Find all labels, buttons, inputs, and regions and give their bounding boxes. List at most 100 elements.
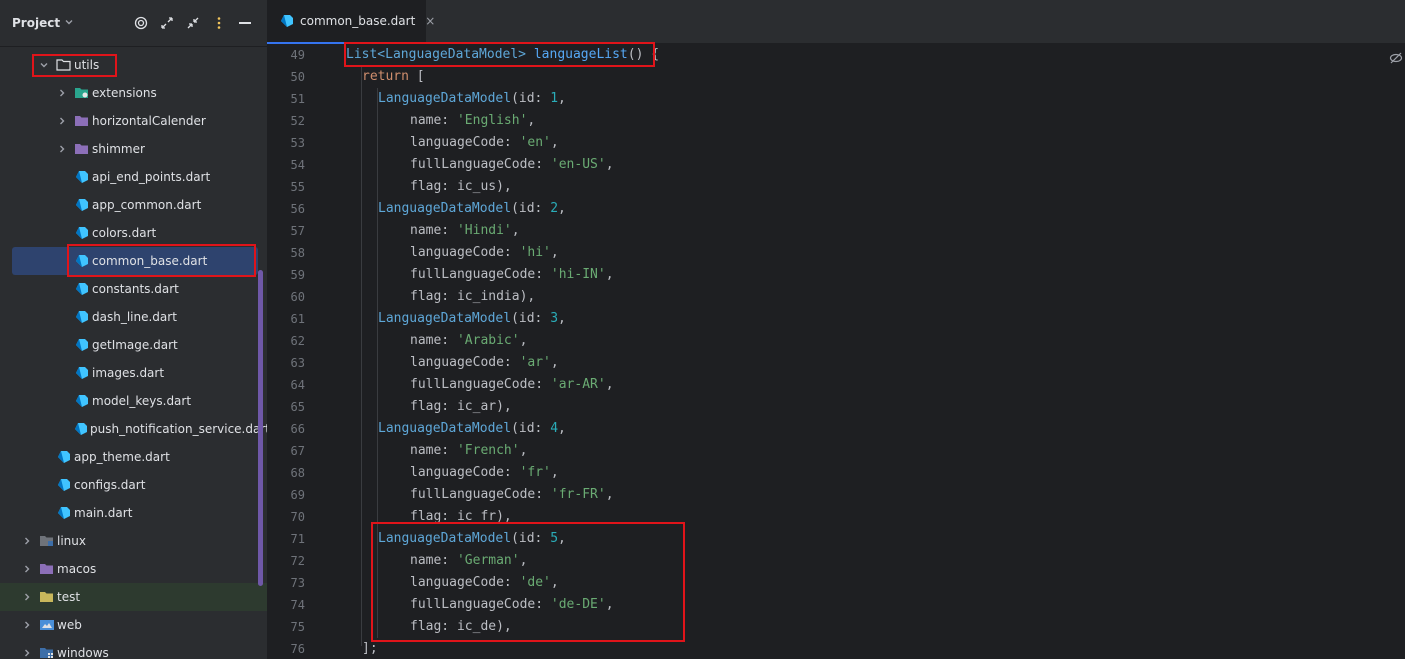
- code-token: 'Hindi': [456, 223, 512, 238]
- tree-item-constants[interactable]: constants.dart: [0, 275, 258, 303]
- project-view-selector[interactable]: Project: [12, 16, 74, 30]
- collapse-all-icon[interactable]: [184, 14, 202, 32]
- tree-item-extensions[interactable]: extensions: [0, 79, 258, 107]
- line-number: 75: [290, 620, 305, 634]
- code-editor[interactable]: List<LanguageDataModel> languageList() {…: [313, 42, 1405, 659]
- dart-file-icon: [280, 14, 294, 28]
- code-token: id:: [518, 201, 543, 216]
- code-token: ];: [362, 641, 378, 656]
- code-token: 'fr-FR': [550, 487, 606, 502]
- tree-item-horizontalcalender[interactable]: horizontalCalender: [0, 107, 258, 135]
- tree-item-label: colors.dart: [92, 226, 157, 240]
- code-token: id:: [518, 311, 543, 326]
- tree-item-label: model_keys.dart: [92, 394, 192, 408]
- tree-item-label: images.dart: [92, 366, 165, 380]
- tree-item-label: horizontalCalender: [92, 114, 206, 128]
- tree-item-web[interactable]: web: [0, 611, 258, 639]
- code-token: ic_ar: [456, 399, 497, 414]
- line-number: 73: [290, 576, 305, 590]
- chevron-right-icon[interactable]: [21, 619, 33, 631]
- line-number: 49: [290, 48, 305, 62]
- chevron-right-icon[interactable]: [56, 143, 68, 155]
- tree-item-app-common[interactable]: app_common.dart: [0, 191, 258, 219]
- code-line-50: return [: [362, 66, 425, 88]
- reader-mode-icon[interactable]: [1389, 50, 1403, 64]
- line-number: 65: [290, 400, 305, 414]
- code-token: 'English': [456, 113, 528, 128]
- close-icon[interactable]: ×: [425, 14, 435, 28]
- code-token: LanguageDataModel: [378, 91, 512, 106]
- dart-file-icon: [74, 225, 90, 241]
- code-token: 2: [550, 201, 559, 216]
- code-line-67: name: 'French',: [410, 443, 528, 458]
- chevron-right-icon[interactable]: [21, 647, 33, 659]
- options-menu-icon[interactable]: [210, 14, 228, 32]
- locate-file-icon[interactable]: [132, 14, 150, 32]
- code-line-60: flag: ic_india),: [410, 289, 536, 304]
- code-token: name:: [410, 113, 450, 128]
- highlight-box-german-entry: [371, 522, 685, 642]
- chevron-right-icon[interactable]: [56, 87, 68, 99]
- tree-item-macos[interactable]: macos: [0, 555, 258, 583]
- chevron-right-icon[interactable]: [56, 115, 68, 127]
- expand-all-icon[interactable]: [158, 14, 176, 32]
- tab-common-base[interactable]: common_base.dart ×: [267, 0, 435, 44]
- code-line-61: LanguageDataModel(id: 3,: [378, 311, 566, 326]
- code-token: fullLanguageCode:: [410, 377, 544, 392]
- editor-tab-bar: common_base.dart ×: [267, 0, 1405, 44]
- line-number: 76: [290, 642, 305, 656]
- line-number: 66: [290, 422, 305, 436]
- tree-item-label: constants.dart: [92, 282, 179, 296]
- chevron-right-icon[interactable]: [21, 591, 33, 603]
- code-line-56: LanguageDataModel(id: 2,: [378, 201, 566, 216]
- tree-item-configs[interactable]: configs.dart: [0, 471, 258, 499]
- line-number: 71: [290, 532, 305, 546]
- tree-item-windows[interactable]: windows: [0, 639, 258, 659]
- tree-item-api-end-points[interactable]: api_end_points.dart: [0, 163, 258, 191]
- chevron-right-icon[interactable]: [21, 535, 33, 547]
- tree-item-app-theme[interactable]: app_theme.dart: [0, 443, 258, 471]
- tree-item-getimage[interactable]: getImage.dart: [0, 331, 258, 359]
- line-number: 57: [290, 224, 305, 238]
- code-line-65: flag: ic_ar),: [410, 399, 512, 414]
- code-token: LanguageDataModel: [378, 201, 512, 216]
- tree-item-main[interactable]: main.dart: [0, 499, 258, 527]
- indent-guide: [361, 66, 362, 646]
- dart-file-icon: [74, 337, 90, 353]
- code-line-59: fullLanguageCode: 'hi-IN',: [410, 267, 614, 282]
- tree-item-label: extensions: [92, 86, 157, 100]
- tree-item-linux[interactable]: linux: [0, 527, 258, 555]
- tree-item-colors[interactable]: colors.dart: [0, 219, 258, 247]
- code-token: [: [408, 69, 425, 84]
- line-number: 61: [290, 312, 305, 326]
- code-line-69: fullLanguageCode: 'fr-FR',: [410, 487, 614, 502]
- tree-item-label: linux: [57, 534, 86, 548]
- chevron-right-icon[interactable]: [21, 563, 33, 575]
- tree-item-label: shimmer: [92, 142, 145, 156]
- line-number: 64: [290, 378, 305, 392]
- tree-item-model-keys[interactable]: model_keys.dart: [0, 387, 258, 415]
- code-token: ic_india: [456, 289, 520, 304]
- code-token: 'en': [519, 135, 551, 150]
- code-token: flag:: [410, 289, 450, 304]
- tree-item-push-notification-service[interactable]: push_notification_service.dart: [0, 415, 267, 443]
- tree-item-shimmer[interactable]: shimmer: [0, 135, 258, 163]
- code-line-54: fullLanguageCode: 'en-US',: [410, 157, 614, 172]
- tree-item-label: app_common.dart: [92, 198, 202, 212]
- code-line-57: name: 'Hindi',: [410, 223, 520, 238]
- code-token: fullLanguageCode:: [410, 267, 544, 282]
- code-token: 'ar-AR': [550, 377, 606, 392]
- code-line-63: languageCode: 'ar',: [410, 355, 559, 370]
- tree-item-test[interactable]: test: [0, 583, 267, 611]
- dart-file-icon: [74, 197, 90, 213]
- hide-panel-icon[interactable]: [236, 14, 254, 32]
- code-token: 'Arabic': [456, 333, 520, 348]
- sidebar-header: Project: [0, 0, 267, 47]
- tree-item-label: macos: [57, 562, 97, 576]
- code-token: LanguageDataModel: [378, 311, 512, 326]
- tree-item-images[interactable]: images.dart: [0, 359, 258, 387]
- tree-item-dash-line[interactable]: dash_line.dart: [0, 303, 258, 331]
- code-line-64: fullLanguageCode: 'ar-AR',: [410, 377, 614, 392]
- sidebar-scrollbar[interactable]: [258, 270, 263, 586]
- windows-folder-icon: [39, 645, 55, 659]
